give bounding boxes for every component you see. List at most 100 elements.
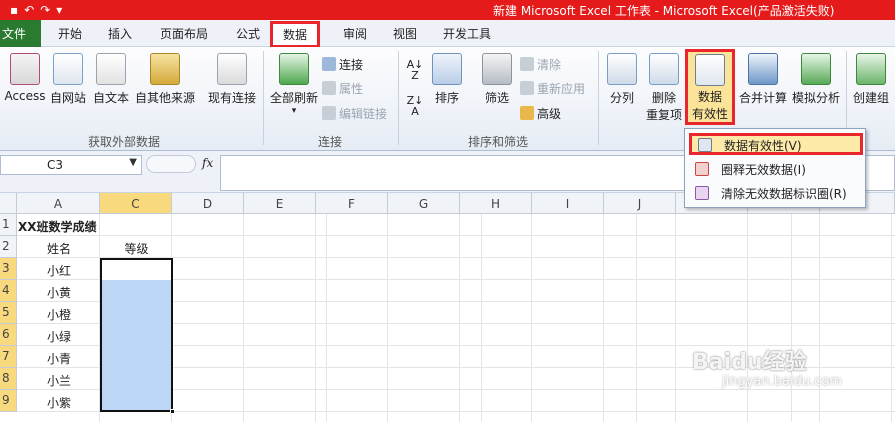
cell-a5[interactable]: 小橙	[18, 303, 100, 324]
sort-ascending-button[interactable]: A↓ Z	[404, 59, 426, 81]
baidu-watermark: Baidu经验	[692, 350, 807, 375]
group-button[interactable]: 创建组	[850, 53, 892, 106]
cell-a6[interactable]: 小绿	[18, 325, 100, 346]
chevron-down-icon: ▾	[291, 106, 297, 116]
cell-a3[interactable]: 小红	[18, 259, 100, 280]
column-header-a[interactable]: A	[17, 193, 100, 214]
filter-button[interactable]: 筛选	[480, 53, 514, 106]
group-label-connections: 连接	[318, 135, 343, 149]
sort-descending-button[interactable]: Z↓ A	[404, 95, 426, 117]
group-divider	[398, 51, 399, 145]
fill-handle[interactable]	[170, 409, 175, 414]
refresh-icon	[279, 53, 309, 85]
from-web-button[interactable]: 自网站	[48, 53, 88, 106]
reapply-icon	[520, 81, 534, 95]
column-header-g[interactable]: G	[388, 193, 460, 214]
consolidate-button[interactable]: 合并计算	[738, 53, 788, 106]
row-header-7[interactable]: 7	[0, 346, 17, 368]
tab-developer[interactable]: 开发工具	[443, 25, 491, 42]
insert-function-icon[interactable]: fx	[202, 156, 213, 170]
access-icon	[10, 53, 40, 85]
remove-duplicates-button[interactable]: 删除 重复项	[644, 53, 684, 123]
connections-button[interactable]: 连接	[322, 56, 363, 73]
grid-lines	[171, 214, 895, 422]
cell-a4[interactable]: 小黄	[18, 281, 100, 302]
cell-a9[interactable]: 小紫	[18, 391, 100, 412]
from-text-button[interactable]: 自文本	[91, 53, 131, 106]
properties-icon	[322, 81, 336, 95]
reapply-button[interactable]: 重新应用	[520, 80, 585, 97]
undo-icon[interactable]: ↶	[24, 3, 34, 17]
row-header-5[interactable]: 5	[0, 302, 17, 324]
remove-duplicates-icon	[649, 53, 679, 85]
selection-border	[100, 258, 173, 412]
tab-view[interactable]: 视图	[393, 25, 417, 42]
menu-item-data-validation[interactable]: 数据有效性(V)	[689, 133, 863, 155]
row-header-6[interactable]: 6	[0, 324, 17, 346]
chevron-down-icon[interactable]: ▼	[129, 157, 137, 168]
refresh-all-button[interactable]: 全部刷新 ▾	[269, 53, 319, 116]
worksheet-grid[interactable]: A C D E F G H I J K L M 1 2 3 4 5 6 7 8 …	[0, 193, 895, 422]
customize-icon[interactable]: ▾	[56, 3, 62, 17]
tab-formulas[interactable]: 公式	[236, 25, 260, 42]
menu-item-clear-circles[interactable]: 清除无效数据标识圈(R)	[689, 182, 863, 204]
column-header-j[interactable]: J	[604, 193, 676, 214]
what-if-analysis-button[interactable]: 模拟分析	[790, 53, 842, 106]
quick-access-toolbar: ▪ ↶ ↷ ▾	[0, 0, 62, 20]
row-header-3[interactable]: 3	[0, 258, 17, 280]
group-label-sort-filter: 排序和筛选	[468, 135, 529, 149]
tab-file[interactable]: 文件	[0, 20, 41, 47]
consolidate-icon	[748, 53, 778, 85]
advanced-filter-button[interactable]: 高级	[520, 105, 561, 122]
row-header-4[interactable]: 4	[0, 280, 17, 302]
name-box[interactable]: C3 ▼	[0, 155, 142, 175]
tab-page-layout[interactable]: 页面布局	[160, 25, 208, 42]
row-header-2[interactable]: 2	[0, 236, 17, 258]
filter-funnel-icon	[482, 53, 512, 85]
sort-za-icon: Z↓ A	[406, 94, 424, 118]
column-header-i[interactable]: I	[532, 193, 604, 214]
tab-data[interactable]: 数据	[270, 21, 321, 48]
connections-icon	[322, 57, 336, 71]
row-header-1[interactable]: 1	[0, 214, 17, 236]
cell-a8[interactable]: 小兰	[18, 369, 100, 390]
clear-filter-button[interactable]: 清除	[520, 56, 561, 73]
ribbon-tabs: 文件 开始 插入 页面布局 公式 数据 审阅 视图 开发工具	[0, 20, 895, 48]
sort-dialog-icon	[432, 53, 462, 85]
cell-a2[interactable]: 姓名	[18, 237, 100, 258]
existing-connections-button[interactable]: 现有连接	[206, 53, 258, 106]
clear-filter-icon	[520, 57, 534, 71]
cell-c2[interactable]: 等级	[101, 237, 172, 258]
web-icon	[53, 53, 83, 85]
redo-icon[interactable]: ↷	[40, 3, 50, 17]
save-icon[interactable]: ▪	[10, 3, 18, 17]
select-all-corner[interactable]	[0, 193, 17, 214]
column-header-f[interactable]: F	[316, 193, 388, 214]
what-if-icon	[801, 53, 831, 85]
formula-bar-divider	[146, 155, 196, 173]
sort-az-icon: A↓ Z	[406, 58, 424, 82]
row-header-8[interactable]: 8	[0, 368, 17, 390]
cell-a1[interactable]: XX班数学成绩	[18, 215, 138, 236]
properties-button[interactable]: 属性	[322, 80, 363, 97]
edit-links-icon	[322, 106, 336, 120]
column-header-e[interactable]: E	[244, 193, 316, 214]
data-validation-button[interactable]: 数据 有效性	[685, 49, 735, 125]
cell-a7[interactable]: 小青	[18, 347, 100, 368]
database-icon	[150, 53, 180, 85]
sort-button[interactable]: 排序	[430, 53, 464, 106]
edit-links-button[interactable]: 编辑链接	[322, 105, 387, 122]
from-access-button[interactable]: Access	[4, 53, 46, 103]
column-header-d[interactable]: D	[172, 193, 244, 214]
text-to-columns-icon	[607, 53, 637, 85]
menu-item-circle-invalid[interactable]: 圈释无效数据(I)	[689, 158, 863, 180]
column-header-h[interactable]: H	[460, 193, 532, 214]
row-header-9[interactable]: 9	[0, 390, 17, 412]
text-to-columns-button[interactable]: 分列	[604, 53, 640, 106]
tab-insert[interactable]: 插入	[108, 25, 132, 42]
tab-review[interactable]: 审阅	[343, 25, 367, 42]
from-other-sources-button[interactable]: 自其他来源	[134, 53, 196, 106]
connection-file-icon	[217, 53, 247, 85]
column-header-c[interactable]: C	[100, 193, 172, 214]
tab-home[interactable]: 开始	[58, 25, 82, 42]
